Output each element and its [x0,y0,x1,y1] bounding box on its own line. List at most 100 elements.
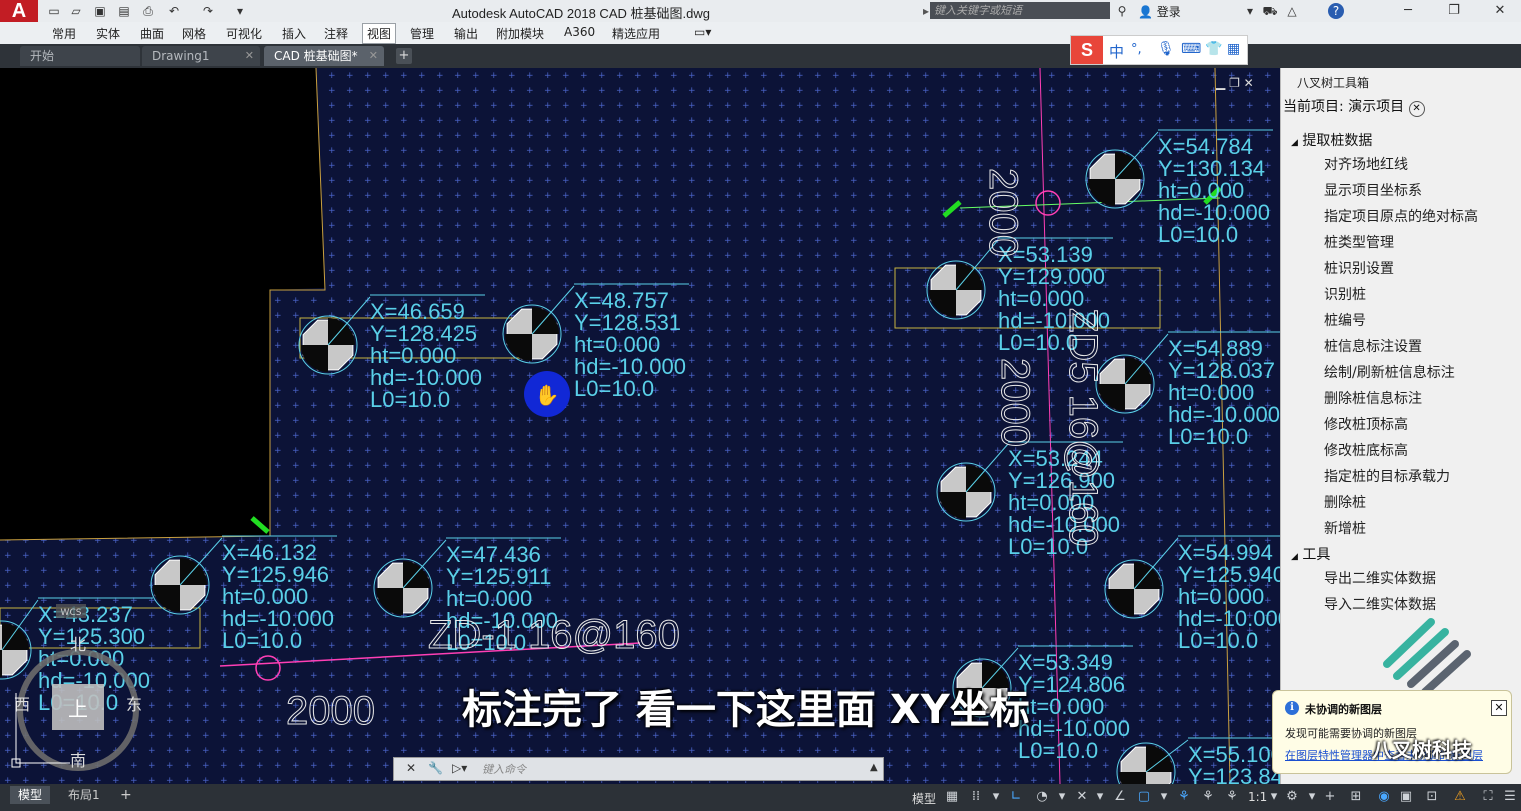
units-icon[interactable]: ⊞ [1348,789,1364,805]
menu-a360[interactable]: A360 [560,25,599,39]
viewport-close-icon[interactable]: ✕ [1244,76,1254,90]
save-icon[interactable]: ▣ [92,3,108,19]
close-window-icon[interactable]: ✕ [1488,2,1512,20]
tree-item[interactable]: 桩信息标注设置 [1324,336,1422,356]
polar-dropdown-icon[interactable]: ▾ [1054,789,1070,805]
login-button[interactable]: 👤 登录 [1138,3,1181,20]
viewport-minimize-icon[interactable]: ▁ [1216,76,1225,90]
close-command-icon[interactable]: ✕ [406,761,416,775]
menu-mesh[interactable]: 网格 [178,25,210,42]
isolate-objects-icon[interactable]: ◉ [1376,789,1392,805]
menu-addins[interactable]: 附加模块 [492,25,548,42]
undo-icon[interactable]: ↶ [166,3,182,19]
tree-item[interactable]: 桩编号 [1324,310,1366,330]
tree-item[interactable]: 修改桩底标高 [1324,440,1408,460]
snap-dropdown-icon[interactable]: ▾ [988,789,1004,805]
object-tracking-icon[interactable]: ∠ [1112,789,1128,805]
model-space-toggle[interactable]: 模型 [912,790,936,807]
customize-quick-access-icon[interactable]: ▾ [232,3,248,19]
close-notification-icon[interactable]: ✕ [1491,700,1507,716]
customization-menu-icon[interactable]: ☰ [1502,789,1518,805]
tab-layout1[interactable]: 布局1 [60,786,108,804]
skin-icon[interactable]: 👕 [1205,41,1222,57]
menu-output[interactable]: 输出 [450,25,482,42]
compass-south[interactable]: 南 [70,751,86,770]
redo-icon[interactable]: ↷ [200,3,216,19]
tree-category-tools[interactable]: ◢ 工具 [1291,544,1330,564]
auto-scale-icon[interactable]: ⚘ [1200,789,1216,805]
scale-dropdown-icon[interactable]: ▾ [1266,789,1282,805]
clear-project-icon[interactable]: ✕ [1408,101,1425,117]
tree-item[interactable]: 指定项目原点的绝对标高 [1324,206,1478,226]
command-line[interactable]: ✕ 🔧 ▷▾ 键入命令 ▲ [393,757,884,781]
viewport-controls[interactable]: ▁ ❐ ✕ [1216,76,1254,90]
new-file-icon[interactable]: ▭ [46,3,62,19]
menu-insert[interactable]: 插入 [278,25,310,42]
customize-command-icon[interactable]: 🔧 [428,761,443,775]
print-icon[interactable]: ⎙ [140,3,156,19]
polar-icon[interactable]: ◔ [1034,789,1050,805]
tree-item[interactable]: 桩识别设置 [1324,258,1394,278]
object-snap-icon[interactable]: ▢ [1136,789,1152,805]
workspace-gear-icon[interactable]: ⚙ [1284,789,1300,805]
annotation-scale-value[interactable]: 1:1 [1248,790,1267,804]
command-history-icon[interactable]: ▲ [870,762,878,773]
wcs-label[interactable]: WCS [61,608,82,618]
hardware-acceleration-icon[interactable]: ▣ [1398,789,1414,805]
command-input[interactable]: 键入命令 [482,761,526,777]
menu-home[interactable]: 常用 [48,25,80,42]
menu-annotate[interactable]: 注释 [320,25,352,42]
collapse-icon[interactable]: ◢ [1291,138,1298,148]
tree-item[interactable]: 删除桩 [1324,492,1366,512]
tab-model[interactable]: 模型 [10,786,51,804]
isodraft-dropdown-icon[interactable]: ▾ [1092,789,1108,805]
minimize-icon[interactable]: ─ [1396,2,1420,20]
tree-item[interactable]: 桩类型管理 [1324,232,1394,252]
tree-category-extract[interactable]: ◢ 提取桩数据 [1291,130,1372,150]
menu-view[interactable]: 视图 [362,23,397,44]
open-file-icon[interactable]: ▱ [68,3,84,19]
annotation-scale-icon[interactable]: ⚘ [1224,789,1240,805]
viewcube-top[interactable]: 上 [68,697,88,721]
toolbox-icon[interactable]: ▦ [1227,41,1240,57]
add-layout-button[interactable]: + [112,786,140,804]
help-icon[interactable]: ? [1328,3,1344,19]
workspace-dropdown-icon[interactable]: ▾ [1304,789,1320,805]
login-dropdown-icon[interactable]: ▾ [1242,3,1258,19]
ime-toolbar[interactable]: S 中 °, 🎙 ⌨ 👕 ▦ [1070,35,1248,65]
isodraft-icon[interactable]: ✕ [1074,789,1090,805]
viewport-restore-icon[interactable]: ❐ [1229,76,1240,90]
menu-surface[interactable]: 曲面 [136,25,168,42]
binoculars-icon[interactable]: ⚲ [1114,3,1130,19]
snap-icon[interactable]: ⁞⁞ [968,789,984,805]
tree-item[interactable]: 指定桩的目标承载力 [1324,466,1450,486]
annotation-monitor-icon[interactable]: + [1322,789,1338,805]
menu-manage[interactable]: 管理 [406,25,438,42]
tab-cad-pile-foundation[interactable]: CAD 桩基础图* ✕ [264,46,384,66]
collapse-icon[interactable]: ◢ [1291,552,1298,562]
tree-item[interactable]: 导出二维实体数据 [1324,568,1436,588]
ribbon-minimize-icon[interactable]: ▭▾ [690,25,715,39]
menu-solid[interactable]: 实体 [92,25,124,42]
tab-drawing1[interactable]: Drawing1 ✕ [142,46,260,66]
object-snap-dropdown-icon[interactable]: ▾ [1156,789,1172,805]
ortho-icon[interactable]: ∟ [1008,789,1024,805]
menu-visualize[interactable]: 可视化 [222,25,266,42]
tree-item[interactable]: 修改桩顶标高 [1324,414,1408,434]
tree-item[interactable]: 对齐场地红线 [1324,154,1408,174]
tree-item[interactable]: 新增桩 [1324,518,1366,538]
tree-item[interactable]: 识别桩 [1324,284,1366,304]
close-tab-icon[interactable]: ✕ [245,46,254,66]
layer-notification-icon[interactable]: ⚠ [1452,789,1468,805]
menu-featured-apps[interactable]: 精选应用 [608,25,664,42]
new-tab-button[interactable]: + [396,48,412,64]
recent-commands-icon[interactable]: ▷▾ [452,761,467,775]
autocad-logo-icon[interactable]: A [0,0,38,22]
tree-item[interactable]: 导入二维实体数据 [1324,594,1436,614]
tree-item[interactable]: 绘制/刷新桩信息标注 [1324,362,1455,382]
compass-east[interactable]: 东 [126,695,142,714]
punctuation-icon[interactable]: °, [1131,42,1142,57]
cart-icon[interactable]: ⛟ [1262,3,1278,19]
grid-icon[interactable]: ▦ [944,789,960,805]
tree-item[interactable]: 显示项目坐标系 [1324,180,1422,200]
